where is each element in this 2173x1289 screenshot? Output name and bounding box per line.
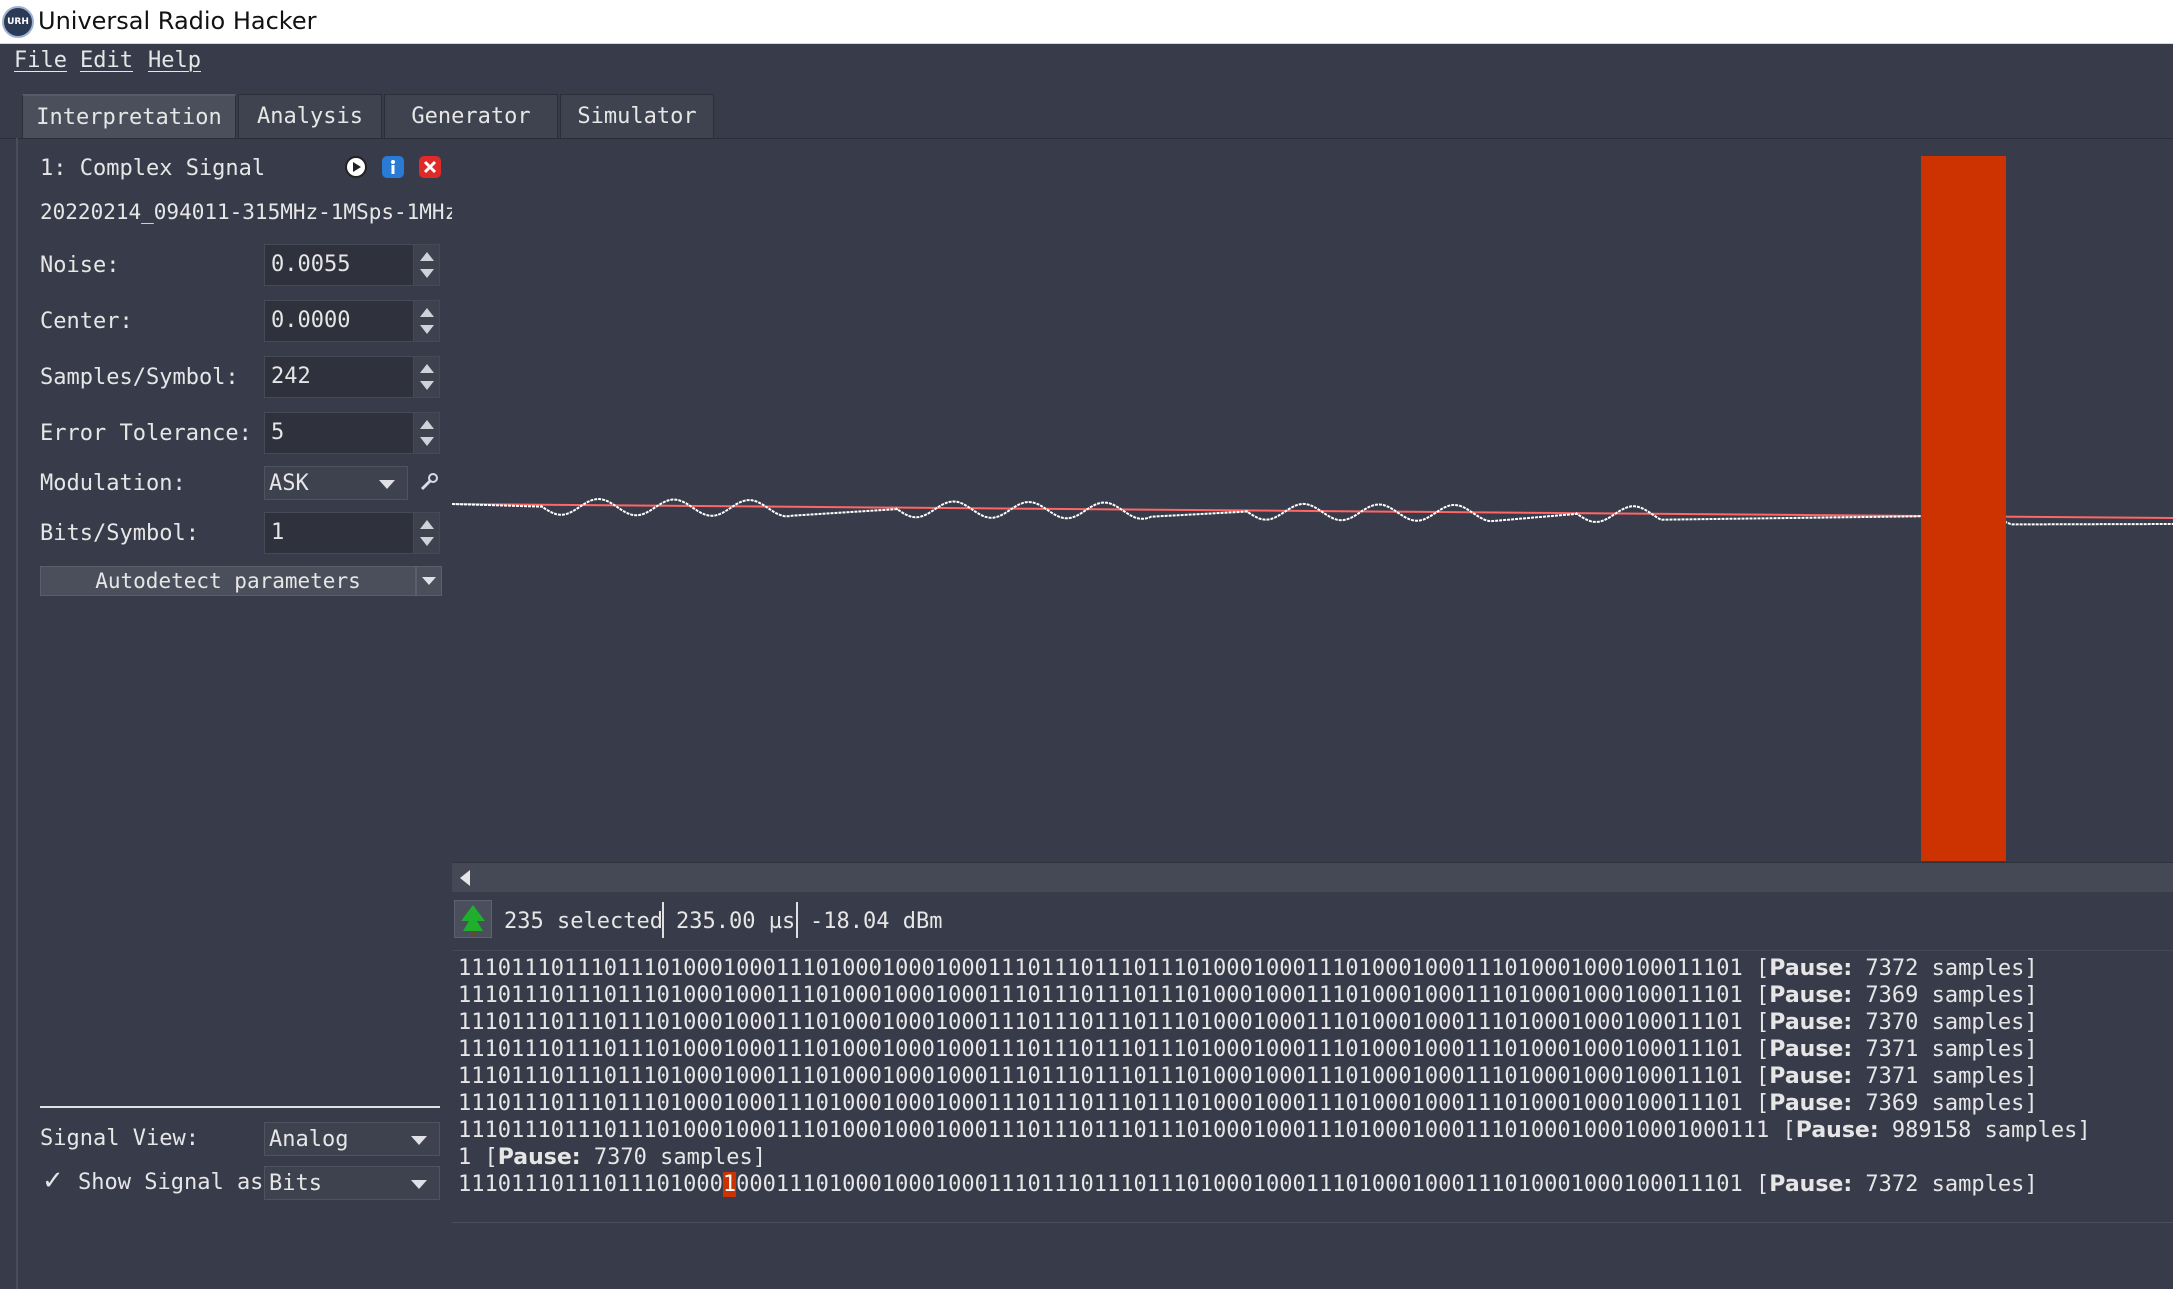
menu-help[interactable]: Help <box>148 48 201 73</box>
samples-per-symbol-label: Samples/Symbol: <box>40 365 239 390</box>
tab-simulator[interactable]: Simulator <box>560 94 714 138</box>
samples-per-symbol-value: 242 <box>271 364 311 389</box>
signal-view-value: Analog <box>269 1127 349 1152</box>
autodetect-menu-button[interactable] <box>416 566 442 596</box>
tab-interpretation[interactable]: Interpretation <box>22 94 236 138</box>
bits-per-symbol-stepper[interactable] <box>413 513 439 553</box>
show-signal-checkbox[interactable]: ✓ <box>42 1166 64 1196</box>
bits-row[interactable]: 1110111011101110100010001110100010001000… <box>458 1036 2038 1063</box>
bits-bottom-border <box>452 1222 2173 1223</box>
modulation-value: ASK <box>269 471 309 496</box>
menu-edit[interactable]: Edit <box>80 48 133 73</box>
signal-graph[interactable] <box>451 150 2173 862</box>
signal-view-select[interactable]: Analog <box>264 1122 440 1156</box>
signal-view-label: Signal View: <box>40 1126 199 1151</box>
center-stepper[interactable] <box>413 301 439 341</box>
bits-per-symbol-value: 1 <box>271 520 285 545</box>
info-icon[interactable] <box>381 155 405 179</box>
selected-bit: 1 <box>722 1172 737 1197</box>
bits-row[interactable]: 1110111011101110100010001110100010001000… <box>458 1117 2091 1144</box>
selected-duration: 235.00 µs <box>676 909 796 934</box>
tree-icon[interactable] <box>454 900 492 938</box>
noise-label: Noise: <box>40 253 120 278</box>
show-signal-as-select[interactable]: Bits <box>264 1166 440 1200</box>
tab-divider <box>0 138 2173 139</box>
error-tolerance-stepper[interactable] <box>413 413 439 453</box>
selected-count: 235 selected <box>504 909 663 934</box>
bits-row-selected[interactable]: 1110111011101110100010001110100010001000… <box>458 1171 2038 1198</box>
status-separator <box>662 902 664 938</box>
menu-file[interactable]: File <box>14 48 67 73</box>
signal-title: 1: Complex Signal <box>40 156 266 181</box>
separator <box>40 1106 440 1108</box>
chevron-down-icon <box>411 1136 427 1145</box>
tab-generator[interactable]: Generator <box>384 94 558 138</box>
samples-per-symbol-stepper[interactable] <box>413 357 439 397</box>
selection-area[interactable] <box>1921 156 2006 861</box>
modulation-label: Modulation: <box>40 471 186 496</box>
center-spinbox[interactable]: 0.0000 <box>264 300 440 342</box>
autodetect-parameters-button[interactable]: Autodetect parameters <box>40 566 416 596</box>
error-tolerance-value: 5 <box>271 420 285 445</box>
tab-analysis[interactable]: Analysis <box>238 94 382 138</box>
waveform <box>451 497 2173 526</box>
center-label: Center: <box>40 309 133 334</box>
noise-spinbox[interactable]: 0.0055 <box>264 244 440 286</box>
bits-row[interactable]: 1110111011101110100010001110100010001000… <box>458 1090 2038 1117</box>
bits-per-symbol-label: Bits/Symbol: <box>40 521 199 546</box>
play-icon[interactable] <box>344 155 368 179</box>
error-tolerance-label: Error Tolerance: <box>40 421 252 446</box>
samples-per-symbol-spinbox[interactable]: 242 <box>264 356 440 398</box>
selected-power: -18.04 dBm <box>810 909 943 934</box>
signal-filename: 20220214_094011-315MHz-1MSps-1MHz <box>40 200 458 224</box>
bits-view[interactable]: 1110111011101110100010001110100010001000… <box>452 950 2173 1222</box>
center-value: 0.0000 <box>271 308 351 333</box>
bits-row[interactable]: 1110111011101110100010001110100010001000… <box>458 982 2038 1009</box>
bits-row[interactable]: 1110111011101110100010001110100010001000… <box>458 955 2038 982</box>
bits-row[interactable]: 1 [Pause: 7370 samples] <box>458 1144 766 1171</box>
horizontal-scrollbar[interactable] <box>452 862 2173 892</box>
scroll-left-icon[interactable] <box>460 870 470 886</box>
modulation-select[interactable]: ASK <box>264 466 408 500</box>
chevron-down-icon <box>411 1180 427 1189</box>
chevron-down-icon <box>422 577 436 585</box>
urh-logo-icon: URH <box>2 6 34 38</box>
bits-row[interactable]: 1110111011101110100010001110100010001000… <box>458 1009 2038 1036</box>
noise-value: 0.0055 <box>271 252 351 277</box>
show-signal-as-value: Bits <box>269 1171 322 1196</box>
bits-row[interactable]: 1110111011101110100010001110100010001000… <box>458 1063 2038 1090</box>
noise-stepper[interactable] <box>413 245 439 285</box>
panel-edge <box>16 138 18 1289</box>
window-title: Universal Radio Hacker <box>38 7 317 35</box>
menu-bar: File Edit Help <box>0 44 2173 80</box>
chevron-down-icon <box>379 480 395 489</box>
wrench-icon[interactable] <box>416 469 442 495</box>
title-bar: URH Universal Radio Hacker <box>0 0 2173 44</box>
error-tolerance-spinbox[interactable]: 5 <box>264 412 440 454</box>
show-signal-label: Show Signal as <box>78 1170 264 1195</box>
bits-per-symbol-spinbox[interactable]: 1 <box>264 512 440 554</box>
status-separator <box>796 902 798 938</box>
close-icon[interactable] <box>418 155 442 179</box>
